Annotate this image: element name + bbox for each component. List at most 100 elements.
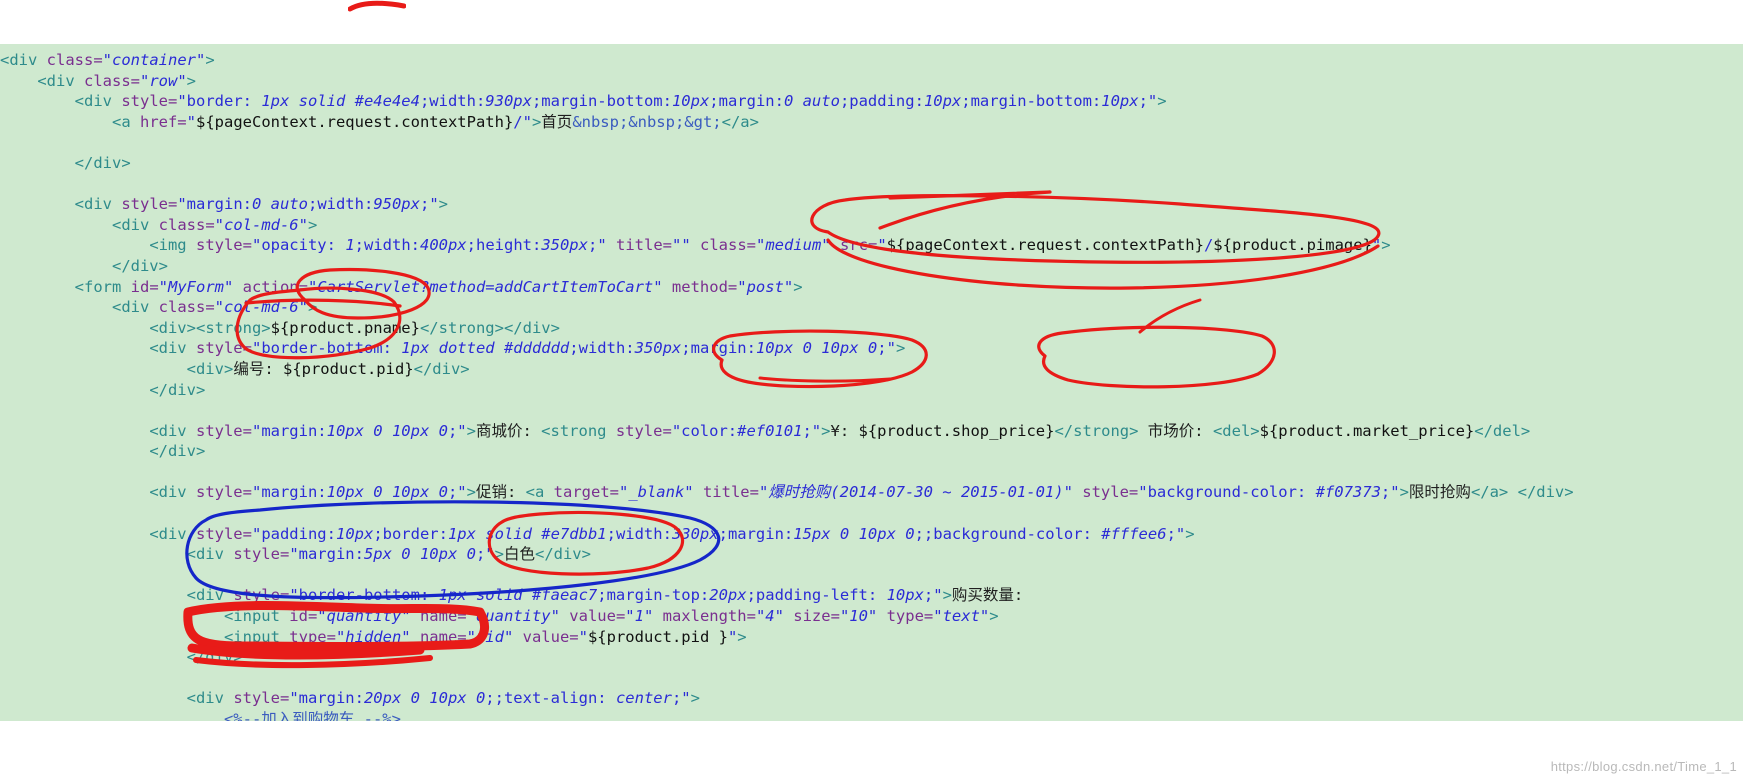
code-token: 10px bbox=[671, 92, 710, 111]
code-token: "pid" bbox=[466, 627, 514, 646]
code-token: "10" bbox=[839, 607, 878, 626]
code-token: > bbox=[737, 627, 747, 646]
code-token: size= bbox=[783, 607, 840, 626]
code-token: src= bbox=[830, 236, 878, 255]
code-token: 950px bbox=[373, 195, 420, 214]
code-line: </div> bbox=[0, 380, 1743, 401]
code-token: 1px dotted #dddddd bbox=[401, 339, 570, 358]
code-token: </div> bbox=[149, 442, 206, 461]
code-token: ;width: bbox=[419, 92, 486, 111]
code-token: / bbox=[1203, 236, 1214, 255]
code-token: style= bbox=[195, 483, 252, 502]
code-token: "margin: bbox=[289, 689, 364, 708]
code-token: > bbox=[186, 71, 197, 90]
code-token: 20px 0 10px 0 bbox=[363, 689, 486, 708]
code-token: ;" bbox=[447, 421, 467, 440]
code-token: </div> bbox=[1517, 483, 1574, 502]
code-token: " bbox=[578, 627, 588, 646]
code-token: ;margin-top: bbox=[597, 586, 710, 605]
code-token: ${product.shop_price} bbox=[858, 421, 1055, 440]
code-token: 0 auto bbox=[783, 92, 840, 111]
code-token: class= bbox=[690, 236, 756, 255]
code-line: </div> bbox=[0, 441, 1743, 462]
code-token: style= bbox=[233, 545, 290, 564]
code-token: <div bbox=[74, 195, 122, 214]
code-token: <input bbox=[223, 607, 290, 626]
code-token: 10px 0 10px 0 bbox=[755, 339, 878, 358]
page-bottom-strip bbox=[0, 721, 1743, 778]
code-token: </strong> bbox=[419, 318, 504, 337]
code-token: "quantity" bbox=[466, 607, 560, 626]
code-token: " bbox=[186, 112, 196, 131]
code-token: <img bbox=[149, 236, 196, 255]
code-token: 10px bbox=[886, 586, 924, 605]
code-token: ${product.pname} bbox=[270, 318, 420, 337]
code-line: <div>编号: ${product.pid}</div> bbox=[0, 359, 1743, 380]
code-token: > bbox=[494, 545, 504, 564]
code-token: > bbox=[466, 421, 476, 440]
code-token: <div bbox=[149, 524, 196, 543]
code-token: ;" bbox=[1166, 524, 1186, 543]
code-token: id= bbox=[130, 277, 159, 296]
code-token: 10px bbox=[1101, 92, 1139, 111]
code-line: <div style="border: 1px solid #e4e4e4;wi… bbox=[0, 91, 1743, 112]
code-token: ${product.pid} bbox=[282, 359, 414, 378]
code-token: ${pageContext.request.contextPath} bbox=[196, 112, 514, 131]
code-token: <div bbox=[149, 421, 196, 440]
code-token: "1" bbox=[625, 607, 654, 626]
code-token: > bbox=[1157, 92, 1167, 111]
code-token: "margin: bbox=[289, 545, 364, 564]
code-lines: <div class="container"> <div class="row"… bbox=[0, 44, 1743, 778]
code-token: title= bbox=[693, 483, 759, 502]
code-token: ;margin: bbox=[681, 339, 756, 358]
code-token: > bbox=[942, 586, 952, 605]
code-token: style= bbox=[121, 195, 178, 214]
code-line: <div style="border-bottom: 1px dotted #d… bbox=[0, 338, 1743, 359]
code-token: 5px 0 10px 0 bbox=[363, 545, 476, 564]
code-editor-panel: <div class="container"> <div class="row"… bbox=[0, 44, 1743, 778]
code-token: <div> bbox=[186, 359, 234, 378]
code-token: "container" bbox=[102, 51, 206, 69]
code-token: <div bbox=[0, 51, 47, 69]
code-token: 商城价: bbox=[475, 421, 542, 440]
code-token: 330px bbox=[671, 524, 719, 543]
code-line: <div style="margin:10px 0 10px 0;">促销: <… bbox=[0, 482, 1743, 503]
code-token: > bbox=[1185, 524, 1195, 543]
code-token: > bbox=[438, 195, 448, 214]
code-token: 0 auto bbox=[251, 195, 308, 214]
code-token: type= bbox=[289, 627, 336, 646]
code-token: " bbox=[877, 236, 887, 255]
code-token: ;" bbox=[447, 483, 467, 502]
code-token: &nbsp;&nbsp;&gt; bbox=[572, 112, 722, 131]
code-token: 1px solid #faeac7 bbox=[438, 586, 598, 605]
code-token: style= bbox=[233, 586, 290, 605]
code-token: class= bbox=[84, 71, 140, 90]
code-token: value= bbox=[559, 607, 626, 626]
code-token: 白色 bbox=[503, 545, 535, 564]
code-token: "col-md-6" bbox=[214, 298, 308, 317]
code-token: name= bbox=[410, 607, 467, 626]
code-token: </div> bbox=[149, 380, 206, 399]
code-token: style= bbox=[195, 236, 252, 255]
code-token: " bbox=[727, 627, 738, 646]
code-token: 购买数量: bbox=[951, 586, 1024, 605]
code-token: </div> bbox=[534, 545, 591, 564]
code-token: > bbox=[307, 298, 318, 317]
code-token: target= bbox=[553, 483, 619, 502]
code-token: "medium" bbox=[755, 236, 831, 255]
code-token: ;;text-align: bbox=[485, 689, 616, 708]
code-line: <div style="margin:10px 0 10px 0;">商城价: … bbox=[0, 421, 1743, 442]
code-line: </div> bbox=[0, 647, 1743, 668]
